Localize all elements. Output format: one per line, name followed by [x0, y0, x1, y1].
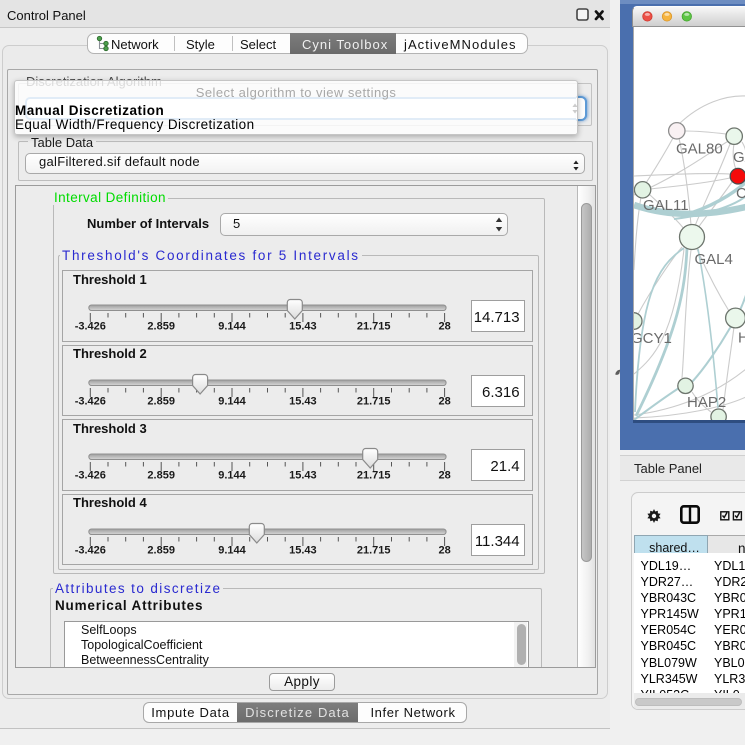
svg-text:-3.426: -3.426 — [75, 321, 106, 333]
svg-text:21.715: 21.715 — [357, 544, 391, 556]
svg-text:GCY1: GCY1 — [634, 330, 672, 347]
svg-text:9.144: 9.144 — [218, 395, 246, 407]
svg-text:GAL3: GAL3 — [733, 149, 745, 166]
svg-text:GAL11: GAL11 — [643, 197, 689, 214]
svg-text:28: 28 — [438, 395, 450, 407]
svg-text:15.43: 15.43 — [289, 395, 317, 407]
svg-text:GAL4: GAL4 — [695, 251, 733, 268]
svg-text:HAP2: HAP2 — [687, 394, 726, 411]
svg-text:-3.426: -3.426 — [75, 470, 106, 482]
svg-text:CD: CD — [736, 185, 745, 202]
svg-text:2.859: 2.859 — [147, 470, 175, 482]
svg-text:9.144: 9.144 — [218, 470, 246, 482]
svg-text:15.43: 15.43 — [289, 321, 317, 333]
svg-text:21.715: 21.715 — [357, 395, 391, 407]
svg-text:-3.426: -3.426 — [75, 395, 106, 407]
svg-text:-3.426: -3.426 — [75, 544, 106, 556]
svg-text:9.144: 9.144 — [218, 544, 246, 556]
svg-text:28: 28 — [438, 321, 450, 333]
svg-text:15.43: 15.43 — [289, 470, 317, 482]
svg-text:HI: HI — [738, 330, 745, 347]
svg-text:9.144: 9.144 — [218, 321, 246, 333]
svg-text:28: 28 — [438, 544, 450, 556]
svg-text:21.715: 21.715 — [357, 470, 391, 482]
svg-text:2.859: 2.859 — [147, 544, 175, 556]
svg-text:2.859: 2.859 — [147, 395, 175, 407]
svg-text:2.859: 2.859 — [147, 321, 175, 333]
svg-text:21.715: 21.715 — [357, 321, 391, 333]
svg-text:GAL80: GAL80 — [676, 141, 723, 158]
svg-text:15.43: 15.43 — [289, 544, 317, 556]
svg-text:28: 28 — [438, 470, 450, 482]
